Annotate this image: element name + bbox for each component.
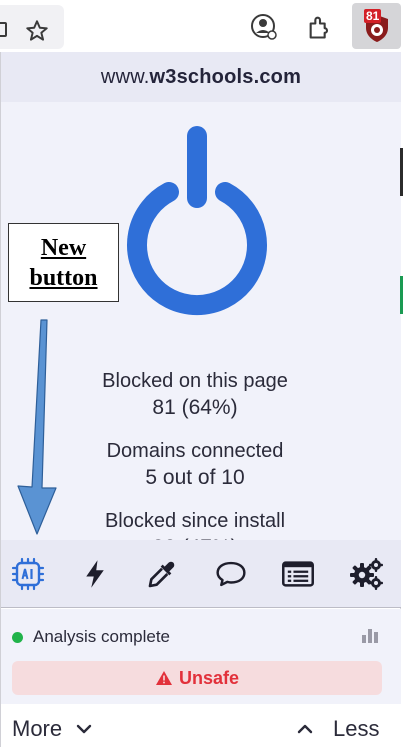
domains-connected-label: Domains connected [106, 440, 284, 462]
status-section: Analysis complete Unsafe [1, 609, 401, 704]
settings-button[interactable] [349, 556, 385, 592]
domain-prefix: www. [100, 65, 150, 88]
bar-chart-icon[interactable] [361, 627, 379, 643]
blocked-install-label: Blocked since install [104, 510, 286, 532]
logger-button[interactable] [280, 556, 316, 592]
footer: More Less [1, 704, 401, 747]
ai-button[interactable] [10, 556, 46, 592]
annotation-box: New button [8, 223, 119, 302]
report-button[interactable] [213, 556, 249, 592]
more-button[interactable]: More [12, 716, 92, 742]
blocked-count-badge: 81 [364, 9, 382, 23]
eyedropper-icon [148, 561, 175, 588]
more-label: More [12, 716, 63, 741]
domain-header: www. w3schools.com [1, 52, 401, 102]
list-icon [282, 561, 314, 587]
gears-icon [350, 558, 383, 590]
ublock-extension-button[interactable]: 81 [352, 3, 401, 49]
power-icon[interactable] [125, 124, 269, 328]
star-icon[interactable] [24, 18, 50, 44]
chevron-up-icon [297, 724, 313, 734]
analysis-status: Analysis complete [12, 627, 170, 647]
lightning-icon [86, 560, 104, 588]
annotation-line-1: New [40, 234, 87, 261]
ai-icon [11, 557, 45, 591]
status-dot-icon [12, 631, 23, 643]
element-picker-button[interactable] [144, 556, 180, 592]
main-section: Blocked on this page 81 (64%) Domains co… [1, 102, 401, 559]
blocked-page-value: 81 (64%) [152, 396, 238, 419]
unsafe-label: Unsafe [178, 667, 240, 688]
unsafe-banner[interactable]: Unsafe [12, 661, 382, 695]
annotation-line-2: button [29, 264, 98, 291]
status-text: Analysis complete [33, 627, 171, 646]
blocked-page-label: Blocked on this page [102, 370, 288, 392]
chevron-down-icon [76, 724, 92, 734]
toolbar-left-group [0, 5, 64, 49]
extensions-icon[interactable] [306, 13, 334, 41]
lightning-button[interactable] [77, 556, 113, 592]
profile-icon[interactable] [250, 13, 278, 41]
sidebar-icon[interactable] [0, 22, 7, 37]
less-label: Less [333, 716, 380, 741]
tools-bar [1, 540, 401, 608]
warning-icon [155, 671, 172, 685]
annotation-arrow-icon [17, 319, 57, 535]
extension-popup: www. w3schools.com Blocked on this page 8… [0, 52, 403, 747]
popup-panel: www. w3schools.com Blocked on this page 8… [1, 52, 401, 747]
less-button[interactable]: Less [297, 716, 379, 742]
domains-connected-value: 5 out of 10 [145, 466, 245, 489]
domain-name: w3schools.com [149, 65, 302, 88]
browser-toolbar: 81 [0, 0, 403, 50]
speech-bubble-icon [216, 561, 246, 587]
